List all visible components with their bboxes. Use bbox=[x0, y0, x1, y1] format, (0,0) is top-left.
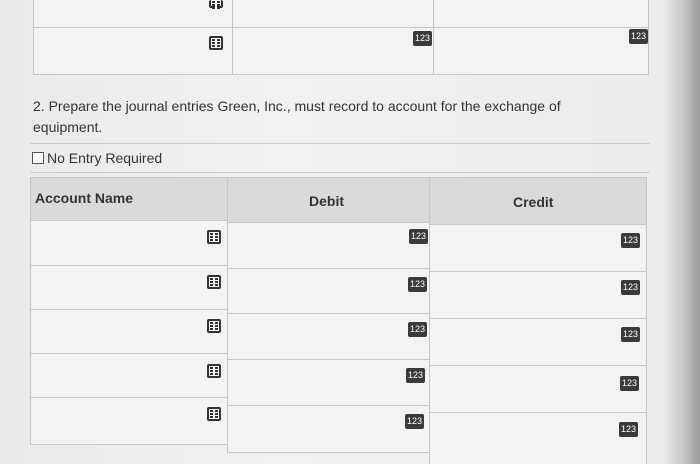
account-name-header: Account Name bbox=[35, 190, 134, 206]
list-icon[interactable] bbox=[207, 230, 221, 244]
numeric-123-icon[interactable]: 123 bbox=[413, 31, 433, 46]
list-icon[interactable] bbox=[209, 36, 223, 50]
debit-cell[interactable] bbox=[227, 313, 430, 360]
list-icon[interactable] bbox=[207, 364, 221, 378]
credit-header: Credit bbox=[513, 194, 554, 210]
top-table-cell-debit-partial[interactable] bbox=[232, 0, 434, 28]
list-icon bbox=[209, 0, 223, 10]
list-icon[interactable] bbox=[207, 319, 221, 333]
numeric-123-icon[interactable]: 123 bbox=[408, 322, 428, 337]
numeric-123-icon[interactable]: 123 bbox=[621, 280, 641, 295]
account-name-cell[interactable] bbox=[30, 220, 228, 266]
credit-cell[interactable] bbox=[429, 271, 647, 319]
account-name-cell[interactable] bbox=[30, 265, 228, 310]
numeric-123-icon[interactable]: 123 bbox=[405, 414, 425, 429]
numeric-123-icon[interactable]: 123 bbox=[621, 233, 641, 248]
credit-cell[interactable] bbox=[429, 412, 647, 464]
account-name-cell[interactable] bbox=[30, 353, 228, 398]
top-table-cell-credit-partial[interactable] bbox=[433, 0, 649, 28]
no-entry-checkbox[interactable] bbox=[32, 152, 44, 164]
credit-cell[interactable] bbox=[429, 224, 647, 272]
top-table-debit-cell[interactable] bbox=[232, 27, 434, 75]
no-entry-required[interactable]: No Entry Required bbox=[32, 150, 162, 166]
numeric-123-icon[interactable]: 123 bbox=[409, 229, 429, 244]
numeric-123-icon[interactable]: 123 bbox=[620, 376, 640, 391]
question-text: 2. Prepare the journal entries Green, In… bbox=[33, 98, 561, 135]
no-entry-label: No Entry Required bbox=[47, 150, 163, 166]
debit-cell[interactable] bbox=[227, 222, 430, 269]
account-name-cell[interactable] bbox=[30, 309, 228, 354]
numeric-123-icon[interactable]: 123 bbox=[621, 327, 641, 342]
page: 123 123 2. Prepare the journal entries G… bbox=[0, 0, 700, 464]
list-icon[interactable] bbox=[207, 407, 221, 421]
numeric-123-icon[interactable]: 123 bbox=[408, 277, 428, 292]
numeric-123-icon[interactable]: 123 bbox=[619, 422, 639, 437]
top-table-credit-cell[interactable] bbox=[433, 27, 649, 75]
account-name-cell[interactable] bbox=[30, 397, 228, 445]
debit-cell[interactable] bbox=[227, 268, 430, 314]
divider bbox=[30, 172, 650, 173]
credit-cell[interactable] bbox=[429, 318, 647, 366]
top-table-cell-account-partial[interactable] bbox=[33, 0, 233, 28]
numeric-123-icon[interactable]: 123 bbox=[406, 368, 426, 383]
top-table-account-cell[interactable] bbox=[33, 27, 233, 75]
divider bbox=[30, 143, 650, 144]
debit-header: Debit bbox=[309, 193, 344, 209]
numeric-123-icon[interactable]: 123 bbox=[629, 29, 649, 44]
screen-edge-shadow bbox=[664, 0, 700, 464]
debit-cell[interactable] bbox=[227, 359, 430, 406]
list-icon[interactable] bbox=[207, 275, 221, 289]
credit-cell[interactable] bbox=[429, 365, 647, 413]
debit-cell[interactable] bbox=[227, 405, 430, 453]
